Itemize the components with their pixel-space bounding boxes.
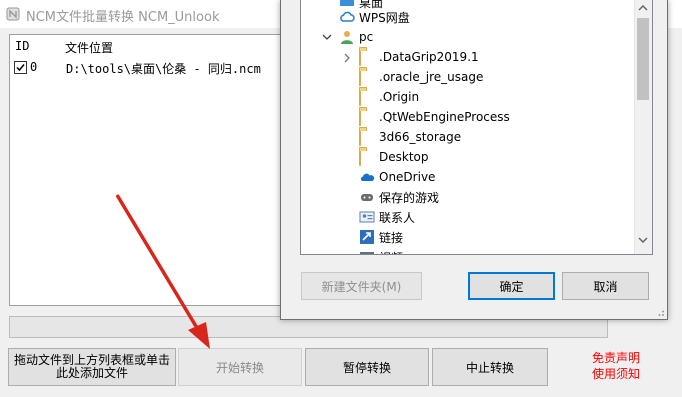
tree-item-folder[interactable]: .DataGrip2019.1 <box>359 47 479 67</box>
chevron-right-icon[interactable] <box>341 52 353 64</box>
tree-item-pc[interactable]: pc <box>339 27 373 47</box>
tree-item-folder[interactable]: .Origin <box>359 87 419 107</box>
stop-convert-button[interactable]: 中止转换 <box>432 348 548 386</box>
column-header-location[interactable]: 文件位置 <box>65 39 113 56</box>
user-icon <box>339 29 355 45</box>
tree-item-wps-cloud[interactable]: WPS网盘 <box>339 7 410 27</box>
folder-icon <box>359 109 375 126</box>
tree-item-links[interactable]: 链接 <box>359 227 403 247</box>
tree-item-label: .QtWebEngineProcess <box>379 110 510 124</box>
tree-item-video[interactable]: 视频 <box>359 247 403 255</box>
video-icon <box>359 249 375 254</box>
tree-item-folder[interactable]: .oracle_jre_usage <box>359 67 483 87</box>
onedrive-icon <box>359 169 375 185</box>
chevron-down-icon[interactable] <box>321 31 333 43</box>
tree-scrollbar[interactable] <box>634 0 652 254</box>
tree-item-label: 联系人 <box>379 210 416 225</box>
links-icon <box>359 229 375 245</box>
links-area: 免责声明 使用须知 <box>592 350 640 382</box>
tree-item-label: 链接 <box>379 230 404 245</box>
tree-item-label: Desktop <box>379 150 429 164</box>
tree-item-label: .Origin <box>379 90 420 104</box>
tree-item-label: pc <box>359 30 374 44</box>
start-convert-button[interactable]: 开始转换 <box>178 348 302 386</box>
tree-item-folder[interactable]: 3d66_storage <box>359 127 461 147</box>
checkmark-icon <box>16 64 25 72</box>
tree-item-saved-games[interactable]: 保存的游戏 <box>359 187 439 207</box>
cancel-button[interactable]: 取消 <box>562 272 649 300</box>
usage-notes-link[interactable]: 使用须知 <box>592 366 640 382</box>
row-checkbox[interactable] <box>14 61 27 74</box>
tree-item-label: .DataGrip2019.1 <box>379 50 479 64</box>
scroll-up-icon[interactable] <box>638 4 648 12</box>
row-path-cell: D:\tools\桌面\伦桑 - 同归.ncm <box>66 62 261 76</box>
window-title: NCM文件批量转换 NCM_Unlook <box>26 10 220 25</box>
tree-item-label: 视频 <box>379 249 403 255</box>
add-files-button[interactable]: 拖动文件到上方列表框或单击此处添加文件 <box>8 348 176 386</box>
tree-item-label: 保存的游戏 <box>379 190 440 205</box>
scroll-thumb[interactable] <box>637 18 649 100</box>
tree-item-onedrive[interactable]: OneDrive <box>359 167 435 187</box>
folder-icon <box>359 89 375 106</box>
folder-tree[interactable]: 桌面 WPS网盘 pc .DataGrip2019.1 .oracle_jre_… <box>300 0 653 255</box>
tree-item-folder[interactable]: Desktop <box>359 147 429 167</box>
ok-button[interactable]: 确定 <box>468 272 555 300</box>
column-header-id[interactable]: ID <box>15 39 29 53</box>
disclaimer-link[interactable]: 免责声明 <box>592 350 640 366</box>
scroll-down-icon[interactable] <box>638 236 648 244</box>
tree-item-label: OneDrive <box>379 170 436 184</box>
folder-icon <box>359 49 375 66</box>
contacts-icon <box>359 209 375 225</box>
app-icon <box>6 7 20 21</box>
browse-folder-dialog: 桌面 WPS网盘 pc .DataGrip2019.1 .oracle_jre_… <box>280 0 668 320</box>
tree-item-folder[interactable]: .QtWebEngineProcess <box>359 107 510 127</box>
tree-item-label: WPS网盘 <box>359 10 410 25</box>
resize-grip-icon[interactable] <box>655 307 665 317</box>
tree-item-contacts[interactable]: 联系人 <box>359 207 415 227</box>
pause-convert-button[interactable]: 暂停转换 <box>305 348 429 386</box>
saved-games-icon <box>359 189 375 205</box>
tree-item-label: .oracle_jre_usage <box>379 70 484 84</box>
folder-icon <box>359 69 375 86</box>
row-id-cell: 0 <box>30 60 38 74</box>
folder-icon <box>359 129 375 146</box>
folder-icon <box>359 149 375 166</box>
tree-item-label: 3d66_storage <box>379 130 462 144</box>
new-folder-button[interactable]: 新建文件夹(M) <box>301 272 422 300</box>
cloud-icon <box>339 9 355 25</box>
